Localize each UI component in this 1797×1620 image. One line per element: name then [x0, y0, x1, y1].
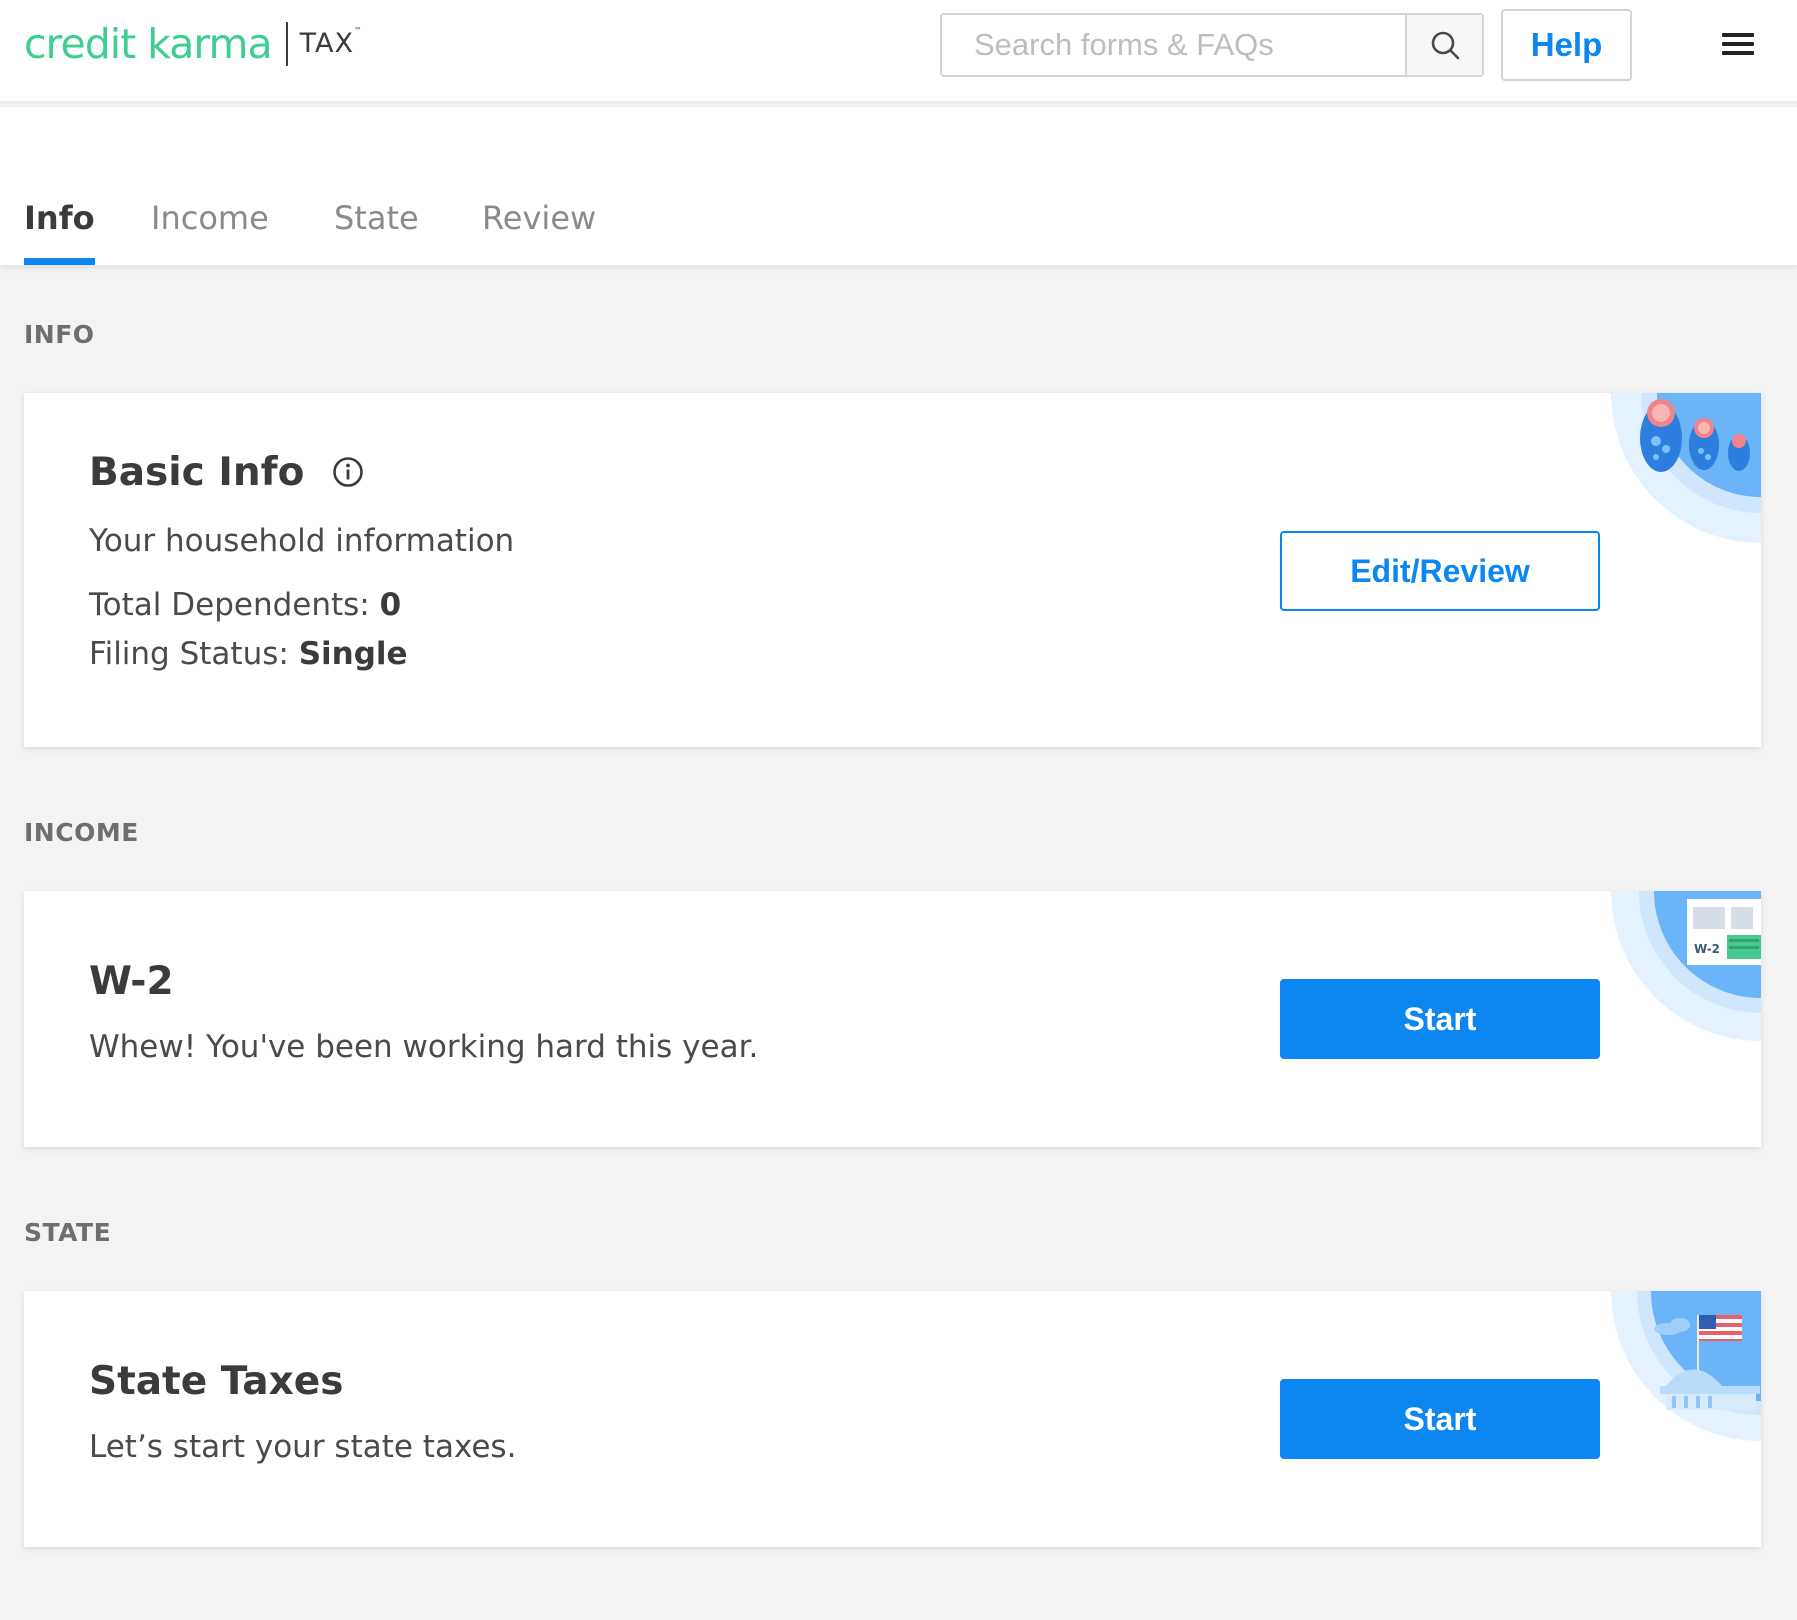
hamburger-menu-icon[interactable]	[1722, 30, 1754, 58]
logo-divider	[285, 22, 288, 66]
capitol-flag-icon	[1611, 1291, 1761, 1441]
section-label-income: INCOME	[24, 818, 139, 847]
state-taxes-card: State Taxes Let’s start your state taxes…	[24, 1291, 1761, 1547]
card-subtitle: Let’s start your state taxes.	[89, 1429, 517, 1465]
nesting-dolls-icon	[1611, 393, 1761, 543]
tab-info[interactable]: Info	[24, 199, 95, 265]
logo-brand-text: credit karma	[24, 20, 273, 68]
dependents-line: Total Dependents: 0	[89, 587, 402, 623]
card-title: W-2	[89, 959, 174, 1004]
top-header: credit karma TAX™ Help	[0, 0, 1797, 104]
search-box	[940, 13, 1484, 77]
search-button[interactable]	[1405, 15, 1482, 75]
credit-karma-tax-logo[interactable]: credit karma TAX™	[24, 16, 363, 72]
svg-text:W-2: W-2	[1694, 942, 1720, 956]
w2-start-button[interactable]: Start	[1280, 979, 1600, 1059]
w2-card: W-2 Whew! You've been working hard this …	[24, 891, 1761, 1147]
step-tabs: Info Income State Review	[0, 107, 1797, 265]
card-title: State Taxes	[89, 1359, 344, 1404]
tab-income[interactable]: Income	[151, 199, 269, 265]
search-icon	[1431, 31, 1459, 60]
filing-status-value: Single	[298, 636, 408, 672]
tab-state[interactable]: State	[334, 199, 419, 265]
w2-form-icon: W-2	[1611, 891, 1761, 1041]
edit-review-button[interactable]: Edit/Review	[1280, 531, 1600, 611]
help-button[interactable]: Help	[1501, 9, 1632, 81]
dependents-value: 0	[379, 587, 402, 623]
logo-product-text: TAX™	[299, 26, 363, 59]
card-title: Basic Info	[89, 450, 364, 495]
card-subtitle: Your household information	[89, 523, 515, 559]
tab-review[interactable]: Review	[482, 199, 596, 265]
info-icon[interactable]	[332, 456, 364, 488]
state-start-button[interactable]: Start	[1280, 1379, 1600, 1459]
card-subtitle: Whew! You've been working hard this year…	[89, 1029, 759, 1065]
section-label-state: STATE	[24, 1218, 112, 1247]
search-input[interactable]	[942, 15, 1405, 75]
basic-info-card: Basic Info Your household information To…	[24, 393, 1761, 747]
filing-status-line: Filing Status: Single	[89, 636, 408, 672]
section-label-info: INFO	[24, 320, 95, 349]
